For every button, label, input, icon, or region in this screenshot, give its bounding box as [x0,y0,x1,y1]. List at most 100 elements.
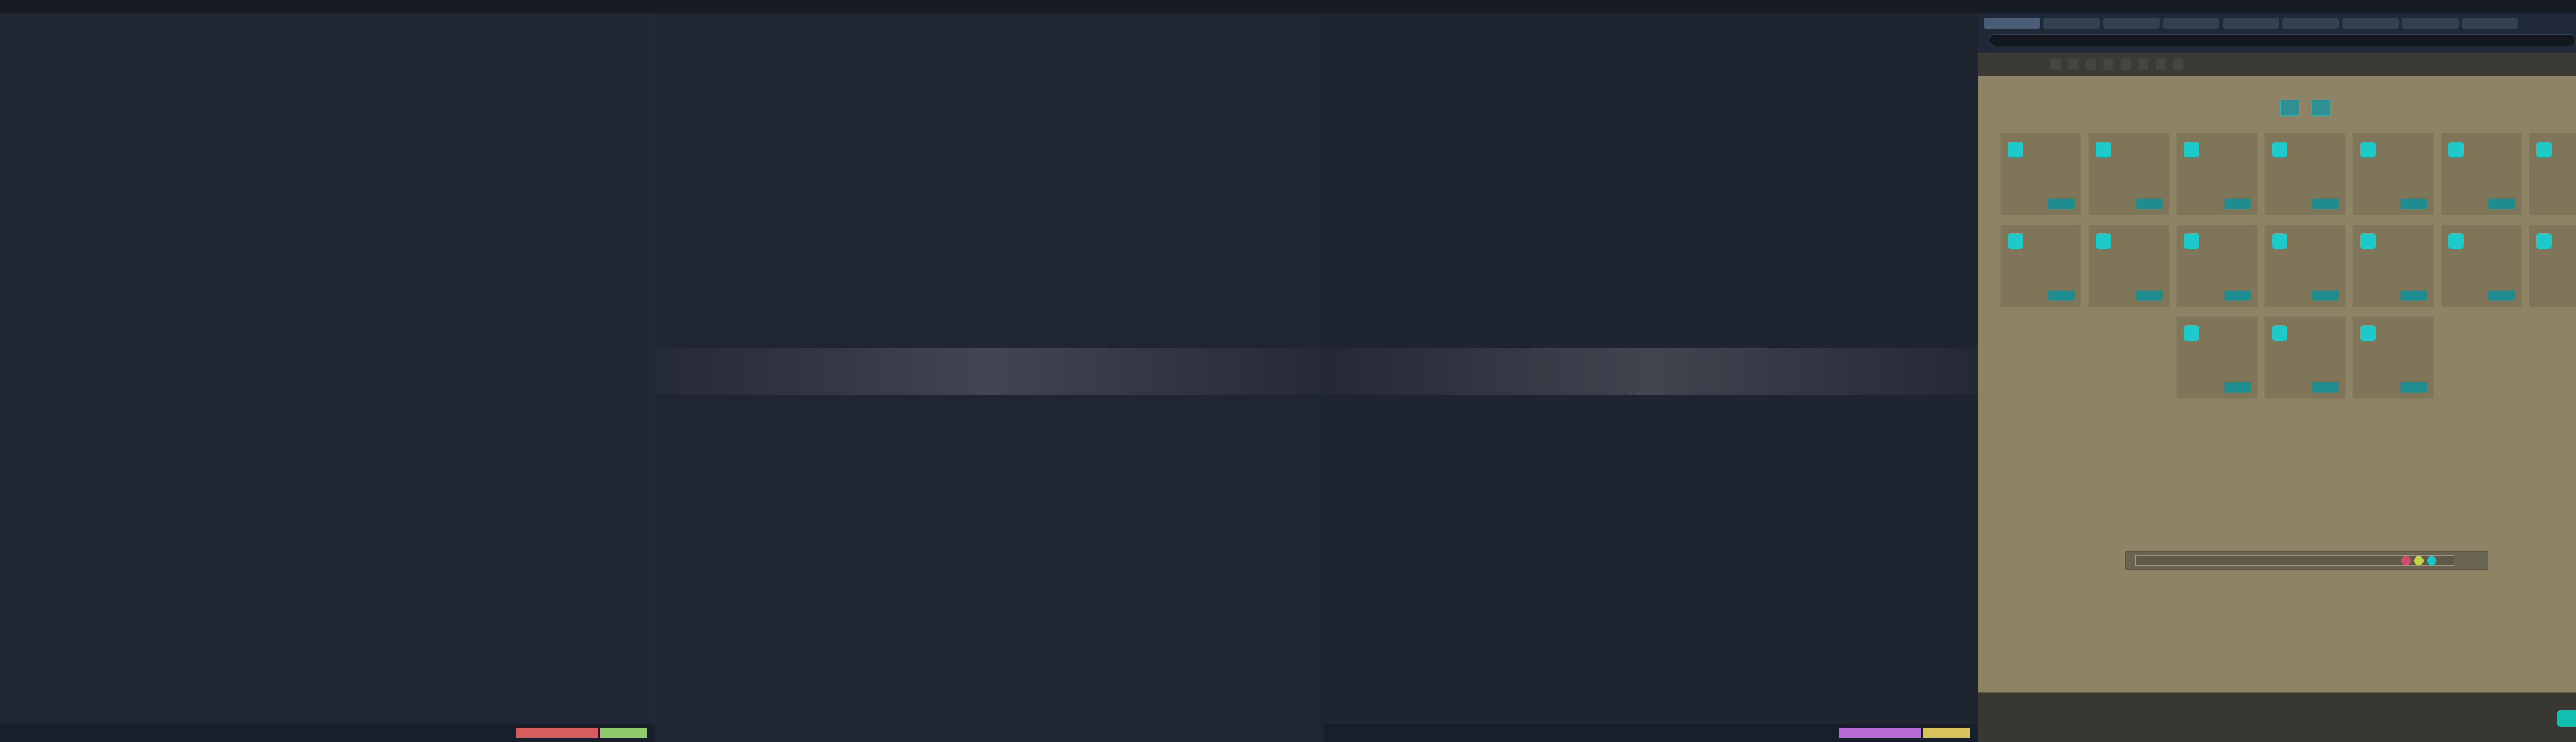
browser-tab[interactable] [2282,18,2339,29]
feature-card[interactable] [2441,133,2522,215]
feature-card-button[interactable] [2048,198,2075,209]
terminal-statusbar [0,724,655,742]
feature-card[interactable] [2352,133,2434,215]
feature-icon [2360,142,2376,157]
hero-button-primary[interactable] [2280,99,2300,116]
feature-icon [2536,233,2552,249]
terminal-statusbar [1323,724,1978,742]
feature-card[interactable] [2088,225,2170,307]
feature-card[interactable] [2000,225,2081,307]
feature-card[interactable] [2176,133,2258,215]
feature-icon [2096,233,2111,249]
feature-card-button[interactable] [2312,198,2339,209]
feature-card[interactable] [2176,225,2258,307]
feature-card[interactable] [2264,133,2346,215]
nav-item[interactable] [2138,59,2148,70]
browser-tab[interactable] [1984,18,2040,29]
feature-icon [2184,233,2199,249]
feature-icon [2448,142,2464,157]
feature-icon [2008,233,2023,249]
feature-card-button[interactable] [2224,290,2251,300]
nav-item[interactable] [2103,59,2113,70]
browser-tab[interactable] [2163,18,2219,29]
feature-icon [2184,325,2199,341]
feature-card[interactable] [2088,133,2170,215]
feature-icon [2272,233,2287,249]
browser-tab[interactable] [2342,18,2399,29]
small-link[interactable] [2272,520,2344,531]
feature-card-button[interactable] [2488,290,2515,300]
browser-tab[interactable] [2223,18,2279,29]
feature-title [2184,163,2250,184]
nav-item[interactable] [2121,59,2131,70]
browser-tab-strip [1984,18,2576,30]
status-dot [2427,556,2436,565]
feature-card[interactable] [2000,133,2081,215]
feature-card[interactable] [2176,316,2258,399]
browser-tab[interactable] [2462,18,2518,29]
feature-title [2008,255,2074,276]
feature-icon [2008,142,2023,157]
terminal-pane-left[interactable] [0,13,655,742]
feature-card-button[interactable] [2224,382,2251,392]
feature-card[interactable] [2352,225,2434,307]
center-link[interactable] [2210,494,2406,506]
feature-card[interactable] [2441,225,2522,307]
feature-card[interactable] [2264,316,2346,399]
feature-card-button[interactable] [2400,382,2427,392]
feature-card-button[interactable] [2312,290,2339,300]
feature-card-button[interactable] [2312,382,2339,392]
nav-items [2050,59,2566,70]
nav-item[interactable] [2086,59,2096,70]
top-bar [0,0,2576,14]
terminal-output [16,26,642,705]
feature-card[interactable] [2529,225,2576,307]
nav-item[interactable] [2068,59,2078,70]
feature-card[interactable] [2264,225,2346,307]
feature-card-button[interactable] [2400,290,2427,300]
browser-tab[interactable] [2402,18,2459,29]
hero-button-secondary[interactable] [2311,99,2331,116]
feature-icon [2272,325,2287,341]
feature-card-button[interactable] [2048,290,2075,300]
feature-card-button[interactable] [2136,290,2163,300]
feature-card-button[interactable] [2136,198,2163,209]
feature-card[interactable] [2529,133,2576,215]
nav-item[interactable] [2173,59,2183,70]
status-dot [2414,556,2424,565]
feature-card-button[interactable] [2488,198,2515,209]
nav-item[interactable] [2156,59,2166,70]
terminal-pane-center[interactable] [655,13,1323,742]
address-bar[interactable] [1989,34,2576,46]
feature-card-button[interactable] [2224,198,2251,209]
feature-icon [2184,142,2199,157]
feature-card[interactable] [2352,316,2434,399]
nav-item[interactable] [2050,59,2061,70]
footer-action-button[interactable] [2557,710,2576,727]
browser-window[interactable]: ⋯ ● ≡ [1978,13,2576,742]
browser-tab[interactable] [2043,18,2100,29]
browser-tab[interactable] [2103,18,2160,29]
feature-card-button[interactable] [2400,198,2427,209]
feature-card-grid [2000,133,2576,399]
terminal-pane-right[interactable] [1323,13,1978,742]
